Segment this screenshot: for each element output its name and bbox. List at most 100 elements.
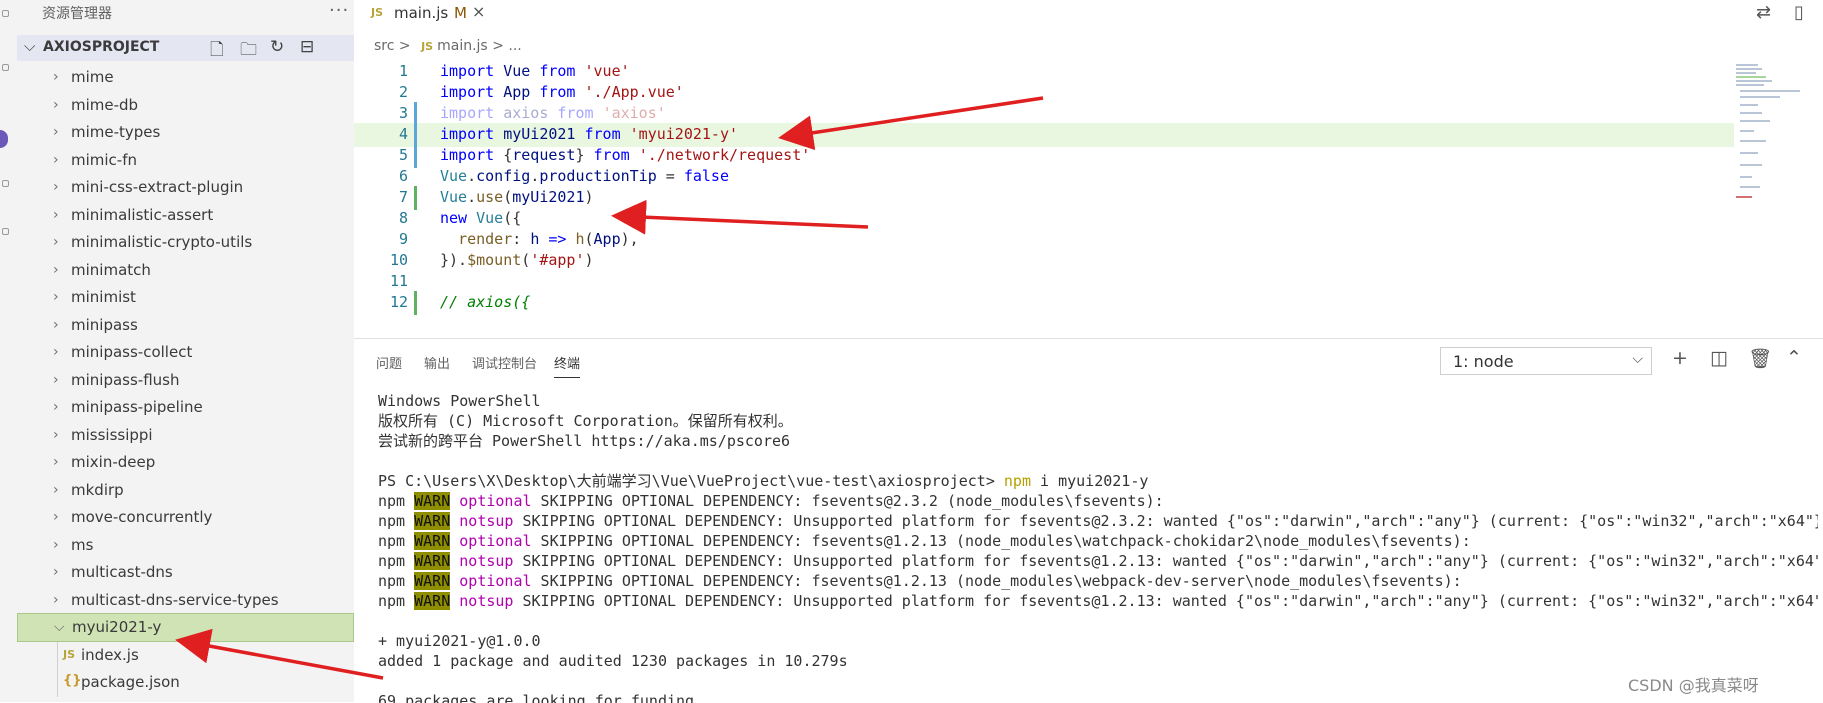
tree-item-folder[interactable]: › minimalistic-assert <box>17 202 354 229</box>
terminal-warn-line: npm WARN notsup SKIPPING OPTIONAL DEPEND… <box>378 592 1818 610</box>
chevron-right-icon: › <box>53 344 59 360</box>
extensions-icon[interactable] <box>2 228 9 235</box>
line-number: 11 <box>389 272 408 290</box>
tree-item-label: multicast-dns <box>71 563 173 581</box>
tree-item-folder[interactable]: › mime-db <box>17 92 354 119</box>
command-args: i myui2021-y <box>1030 472 1149 490</box>
terminal-select[interactable]: 1: node ⌵ <box>1440 347 1652 375</box>
chevron-down-icon: ⌵ <box>24 37 36 55</box>
tree-item-label: mkdirp <box>71 480 124 499</box>
new-folder-icon[interactable]: 🗀 <box>240 37 257 66</box>
split-terminal-icon[interactable]: ◫ <box>1710 347 1728 369</box>
tree-item-folder[interactable]: › minimatch <box>17 257 354 284</box>
code-editor[interactable]: 1 import Vue from 'vue' 2 import App from … <box>354 60 1734 340</box>
compare-changes-icon[interactable]: ⇄ <box>1756 2 1771 23</box>
tree-item-folder[interactable]: › multicast-dns-service-types <box>17 587 354 614</box>
refresh-icon[interactable]: ↻ <box>270 37 284 57</box>
line-number: 7 <box>398 188 408 206</box>
breadcrumb-folder[interactable]: src <box>374 38 394 54</box>
tab-debug-console[interactable]: 调试控制台 <box>472 353 537 372</box>
tree-item-folder[interactable]: › mime-types <box>17 119 354 146</box>
chevron-right-icon: › <box>53 536 59 553</box>
line-number: 6 <box>398 167 408 185</box>
code-text: import {request} from './network/request… <box>440 146 811 164</box>
breadcrumb-separator: > <box>398 38 411 54</box>
terminal-line: 版权所有 (C) Microsoft Corporation。保留所有权利。 <box>378 412 793 430</box>
tree-item-label: mimic-fn <box>71 150 138 169</box>
tree-item-label: minipass <box>71 315 138 334</box>
javascript-file-icon: JS <box>371 6 384 19</box>
tree-item-folder[interactable]: › minipass-flush <box>17 367 354 394</box>
minimap[interactable] <box>1734 60 1814 210</box>
tree-item-folder[interactable]: › minimalistic-crypto-utils <box>17 229 354 256</box>
tree-item-label: mime <box>71 68 114 86</box>
breadcrumb-file[interactable]: main.js <box>437 38 488 54</box>
chevron-right-icon: › <box>53 316 59 333</box>
tree-item-folder[interactable]: › move-concurrently <box>17 504 354 531</box>
close-icon[interactable]: × <box>472 2 485 21</box>
terminal-select-value: 1: node <box>1453 352 1514 371</box>
tree-item-file[interactable]: JS index.js <box>17 642 354 669</box>
tree-item-folder[interactable]: › multicast-dns <box>17 559 354 586</box>
ellipsis-icon[interactable]: ··· <box>329 0 349 21</box>
tree-item-label: mississippi <box>71 425 153 444</box>
tree-item-folder[interactable]: › mini-css-extract-plugin <box>17 174 354 201</box>
new-file-icon[interactable]: 🗋 <box>210 37 224 66</box>
account-badge-icon[interactable] <box>0 130 8 148</box>
tree-item-folder[interactable]: › ms <box>17 532 354 559</box>
tab-problems[interactable]: 问题 <box>376 353 402 372</box>
new-terminal-icon[interactable]: + <box>1672 347 1688 369</box>
source-control-icon[interactable] <box>2 180 9 187</box>
tree-item-folder[interactable]: › minipass-collect <box>17 339 354 366</box>
chevron-up-icon[interactable]: ⌃ <box>1786 347 1802 369</box>
code-text: new Vue({ <box>440 209 522 227</box>
chevron-down-icon: ⌵ <box>1632 351 1643 367</box>
tree-item-label: minimalistic-assert <box>71 205 214 224</box>
chevron-right-icon: › <box>53 151 59 168</box>
tree-item-file[interactable]: {} package.json <box>17 669 354 696</box>
tree-item-label: index.js <box>81 645 139 664</box>
tree-item-folder[interactable]: › minipass <box>17 312 354 339</box>
trash-icon[interactable]: 🗑 <box>1748 347 1772 370</box>
chevron-right-icon: › <box>53 124 59 140</box>
search-icon[interactable] <box>2 64 9 71</box>
line-number: 5 <box>398 146 408 164</box>
tree-item-folder[interactable]: ⌵ myui2021-y <box>17 613 354 642</box>
tab-main-js[interactable]: JS main.js M × <box>354 0 496 28</box>
tab-terminal[interactable]: 终端 <box>554 353 581 378</box>
project-header[interactable]: ⌵ AXIOSPROJECT 🗋 🗀 ↻ ⊟ <box>17 35 354 61</box>
terminal-warn-line: npm WARN notsup SKIPPING OPTIONAL DEPEND… <box>378 552 1818 570</box>
chevron-right-icon: › <box>53 371 59 388</box>
modified-badge: M <box>454 4 467 22</box>
tree-item-label: minimalistic-crypto-utils <box>71 233 253 251</box>
explorer-icon[interactable] <box>2 10 9 17</box>
chevron-right-icon: › <box>53 399 59 415</box>
split-editor-icon[interactable]: ▯ <box>1794 2 1804 23</box>
tree-item-folder[interactable]: › mixin-deep <box>17 449 354 476</box>
terminal-warn-line: npm WARN notsup SKIPPING OPTIONAL DEPEND… <box>378 512 1818 530</box>
editor-area: JS main.js M × ⇄ ▯ src > JS main.js > ...… <box>354 0 1823 703</box>
tree-item-label: myui2021-y <box>72 618 162 636</box>
editor-tabbar: JS main.js M × ⇄ ▯ <box>354 0 1823 28</box>
tab-output[interactable]: 输出 <box>424 353 450 372</box>
tree-item-label: minimatch <box>71 260 151 279</box>
chevron-right-icon: › <box>53 509 59 525</box>
chevron-right-icon: › <box>53 454 59 470</box>
tree-item-folder[interactable]: › minipass-pipeline <box>17 394 354 421</box>
tree-item-label: minipass-flush <box>71 370 180 389</box>
collapse-all-icon[interactable]: ⊟ <box>300 37 314 57</box>
tree-item-label: mime-db <box>71 95 139 114</box>
line-number: 1 <box>398 62 408 80</box>
breadcrumb-symbols[interactable]: > ... <box>492 38 522 54</box>
tree-item-folder[interactable]: › mkdirp <box>17 477 354 504</box>
tree-item-folder[interactable]: › mississippi <box>17 422 354 449</box>
json-file-icon: {} <box>63 673 82 688</box>
tree-item-folder[interactable]: › mimic-fn <box>17 147 354 174</box>
tree-item-folder[interactable]: › mime <box>17 64 354 91</box>
terminal-output[interactable]: Windows PowerShell 版权所有 (C) Microsoft Co… <box>378 391 1818 703</box>
prompt-text: PS C:\Users\X\Desktop\大前端学习\Vue\VueProje… <box>378 472 1004 490</box>
line-number: 8 <box>398 209 408 227</box>
tree-item-folder[interactable]: › minimist <box>17 284 354 311</box>
